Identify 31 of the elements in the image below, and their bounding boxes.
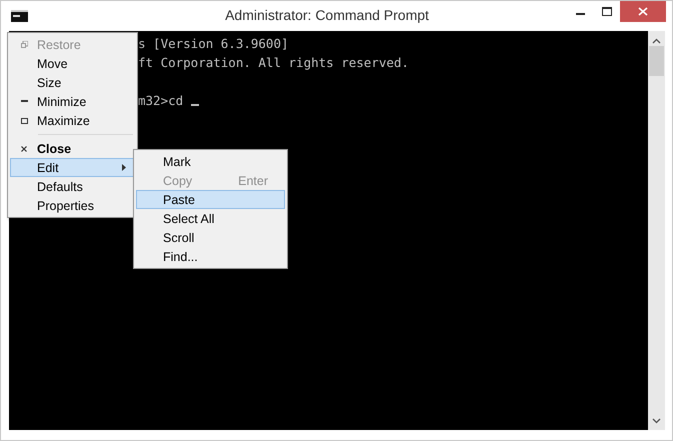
menu-item[interactable]: Mark xyxy=(136,152,285,171)
close-icon xyxy=(21,146,27,152)
close-button[interactable] xyxy=(620,1,666,22)
maximize-icon xyxy=(20,118,28,124)
maximize-icon xyxy=(602,7,612,16)
scroll-up-icon[interactable] xyxy=(652,38,661,44)
console-text: ft Corporation. All rights reserved. xyxy=(138,55,409,70)
console-text: s [Version 6.3.9600] xyxy=(138,36,289,51)
menu-item[interactable]: Find... xyxy=(136,247,285,266)
shortcut-text: Enter xyxy=(238,174,268,188)
menu-item[interactable]: Select All xyxy=(136,209,285,228)
console-text: m32>cd xyxy=(138,93,184,108)
text-cursor xyxy=(191,104,200,106)
menu-item[interactable]: Properties xyxy=(10,196,135,215)
close-icon xyxy=(638,7,648,16)
menu-item[interactable]: Paste xyxy=(136,190,285,209)
menu-item[interactable]: Size xyxy=(10,73,135,92)
menu-item[interactable]: Close xyxy=(10,139,135,158)
menu-item[interactable]: Defaults xyxy=(10,177,135,196)
menu-item[interactable]: Maximize xyxy=(10,111,135,130)
scroll-thumb[interactable] xyxy=(649,46,664,76)
window-title: Administrator: Command Prompt xyxy=(224,7,430,23)
scroll-down-icon[interactable] xyxy=(652,418,661,424)
menu-item[interactable]: Move xyxy=(10,54,135,73)
command-prompt-icon[interactable] xyxy=(11,10,28,22)
scroll-bar[interactable] xyxy=(648,31,665,430)
menu-item[interactable]: Scroll xyxy=(136,228,285,247)
menu-item[interactable]: Edit xyxy=(10,158,135,177)
menu-item[interactable]: Minimize xyxy=(10,92,135,111)
restore-icon xyxy=(20,41,28,48)
minimize-icon xyxy=(20,100,28,103)
